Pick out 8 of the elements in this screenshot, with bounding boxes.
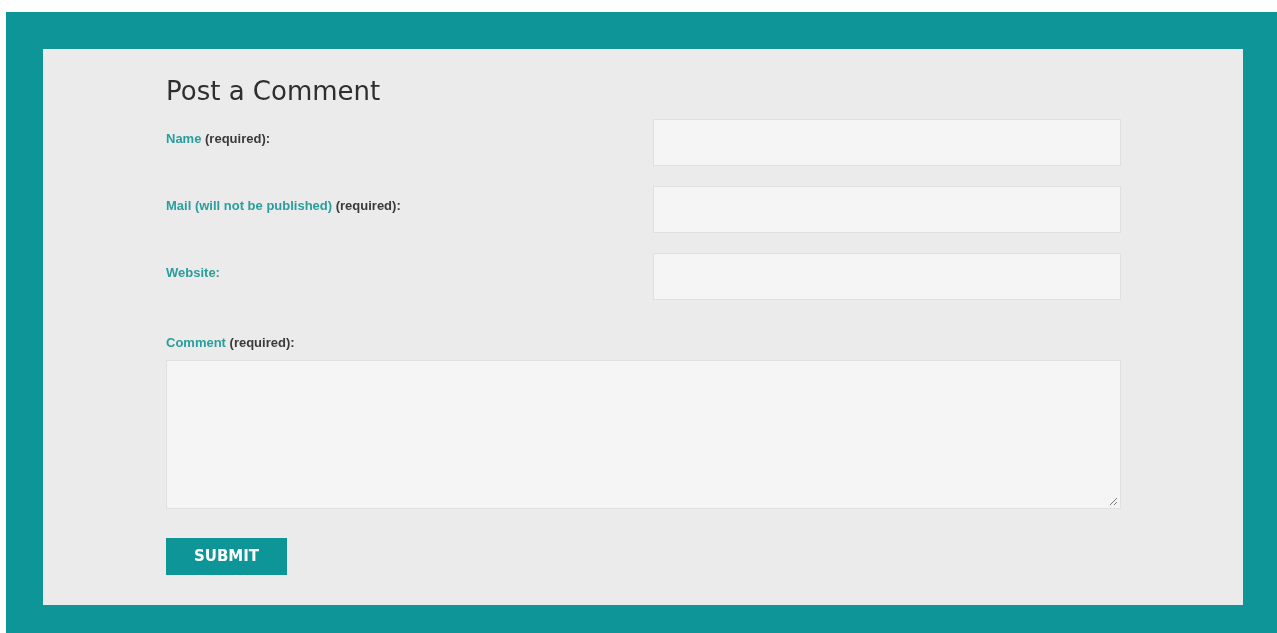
field-label: Mail (will not be published) (required):: [166, 197, 401, 213]
resize-handle-icon[interactable]: [1109, 497, 1118, 506]
field-label: Name (required):: [166, 130, 271, 146]
form-title: Post a Comment: [166, 75, 382, 107]
submit-button[interactable]: SUBMIT: [166, 538, 287, 575]
comment-field[interactable]: [166, 360, 1121, 509]
field-label: Comment (required):: [166, 335, 295, 350]
field-label: Website:: [166, 264, 220, 280]
